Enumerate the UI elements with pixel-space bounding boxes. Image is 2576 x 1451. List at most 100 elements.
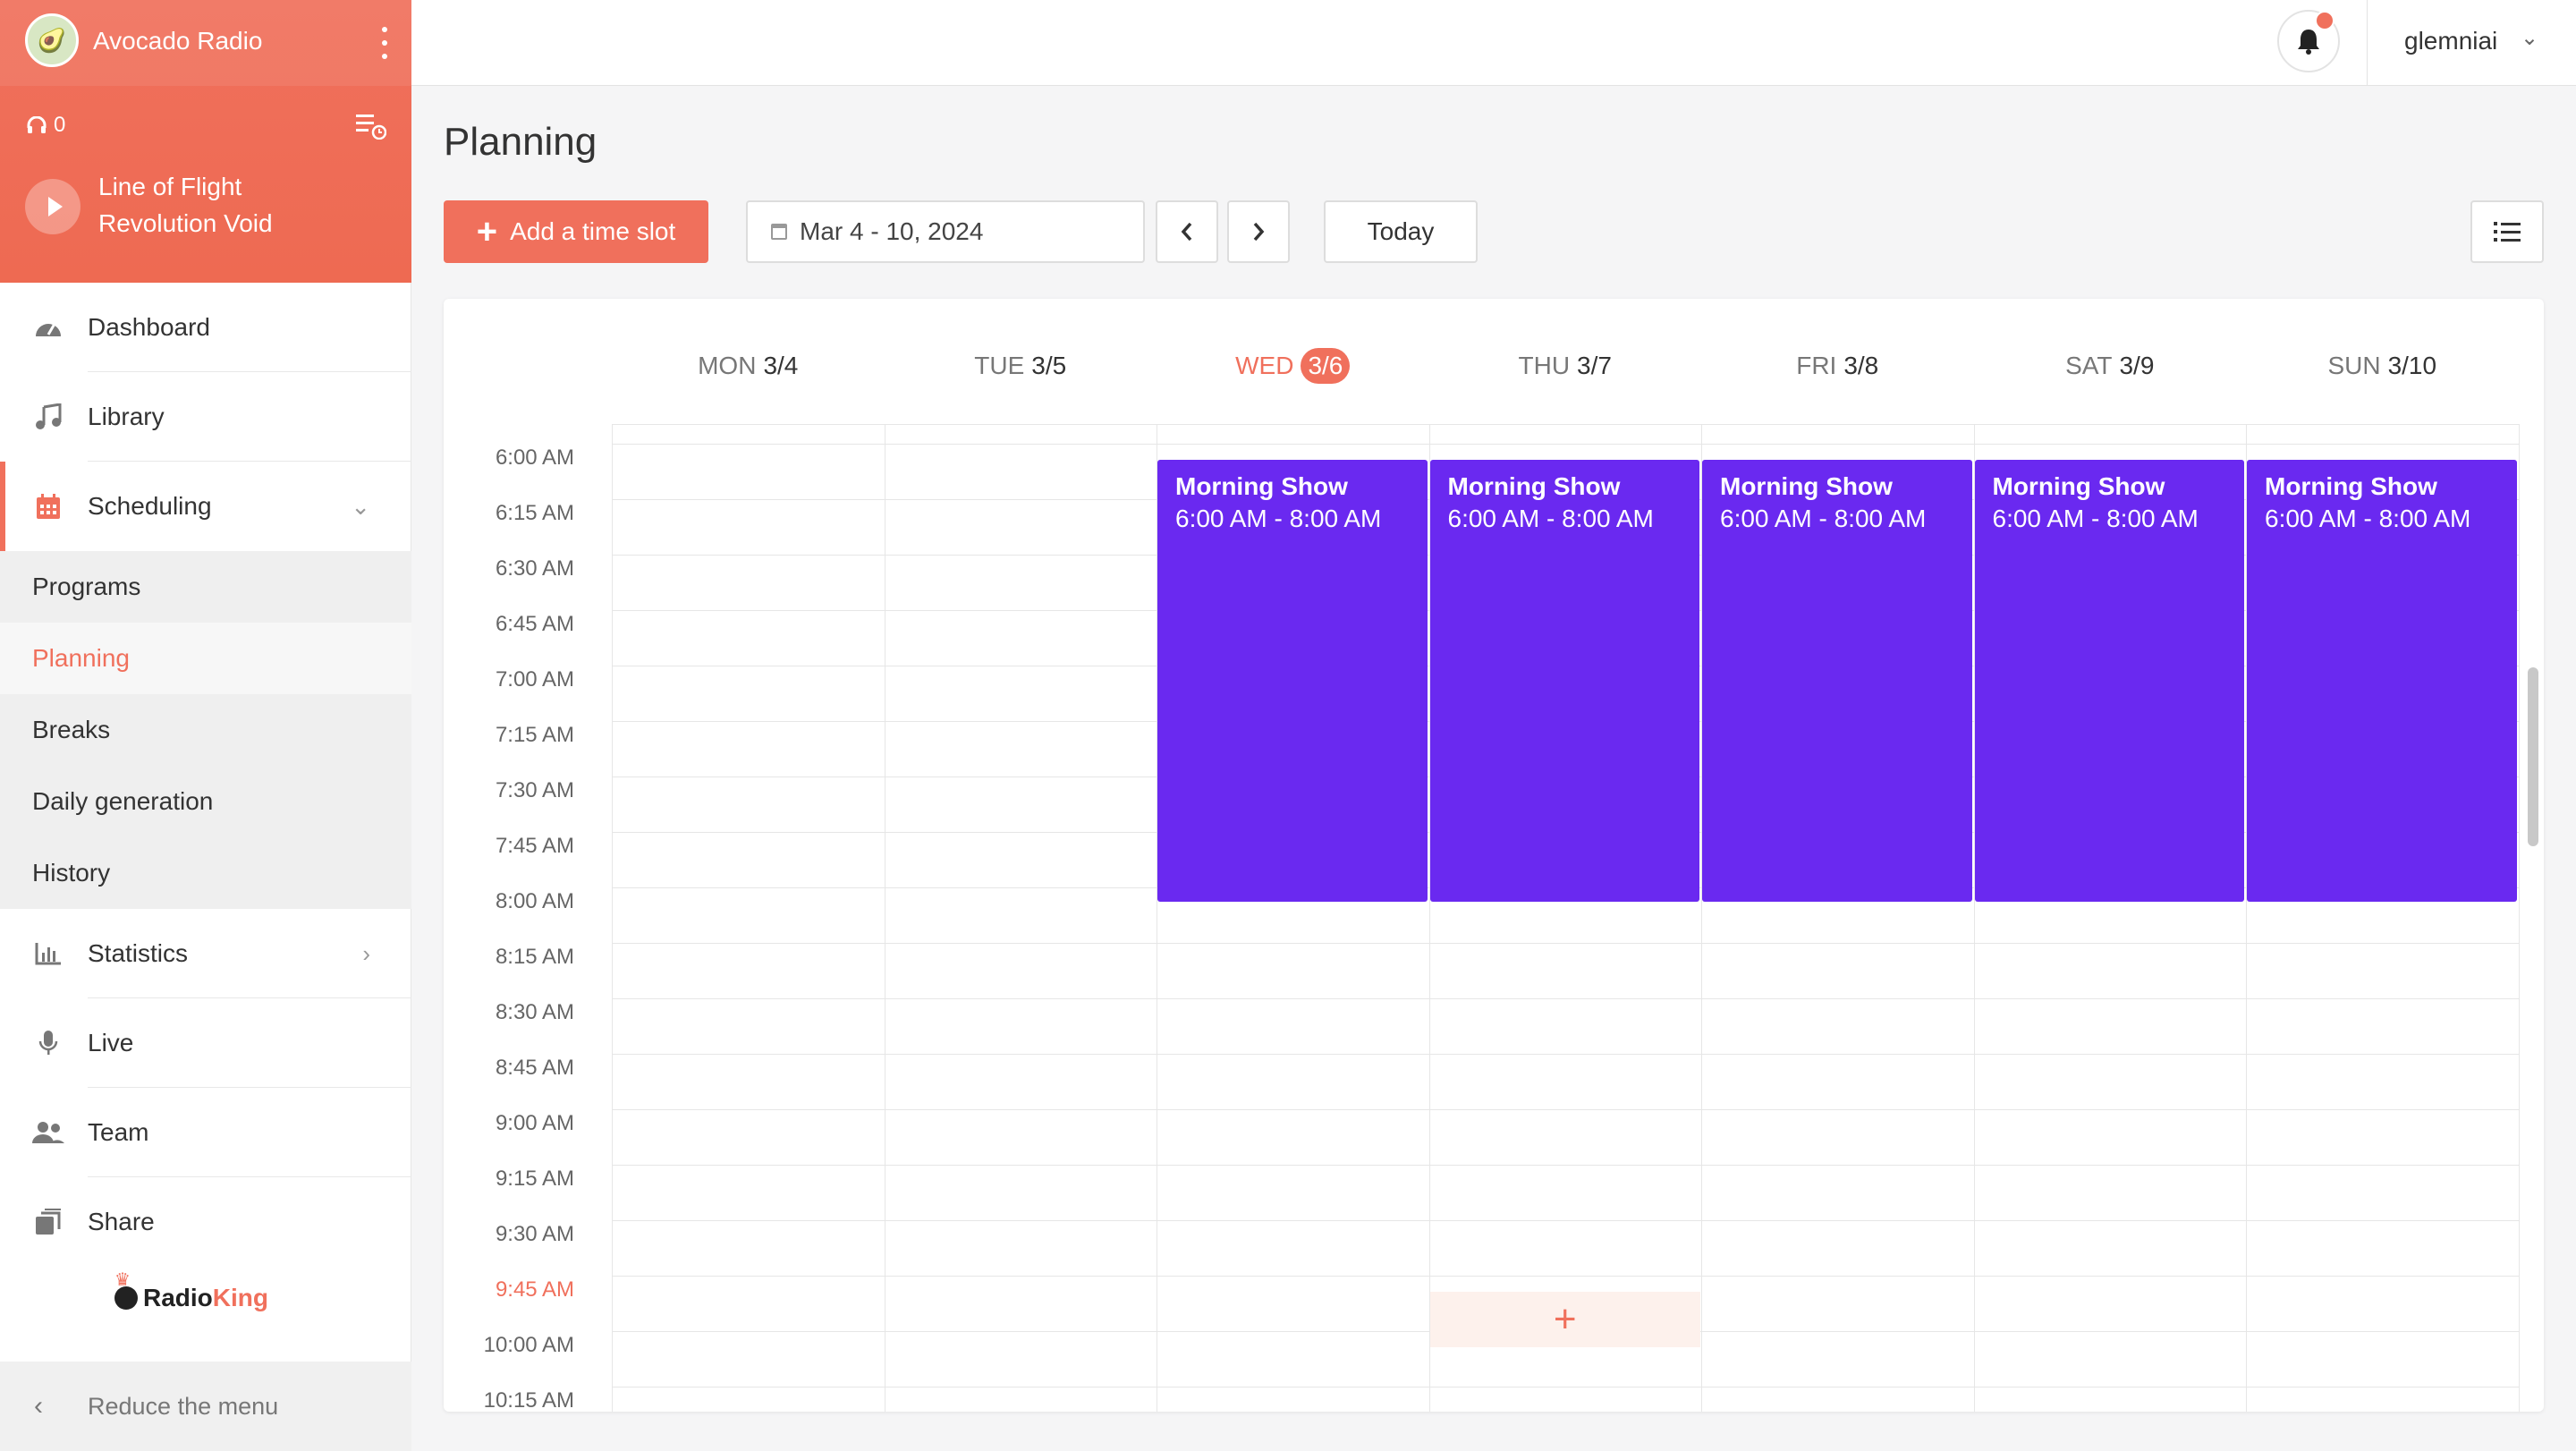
track-title: Line of Flight [98, 173, 242, 200]
sidebar-item-label: Dashboard [88, 313, 210, 341]
calendar-scrollbar[interactable] [2528, 667, 2538, 846]
day-header-wed[interactable]: WED 3/6 [1157, 344, 1429, 388]
day-header-sat[interactable]: SAT 3/9 [1974, 344, 2247, 388]
scheduling-submenu: Programs Planning Breaks Daily generatio… [0, 551, 411, 909]
day-header-mon[interactable]: MON 3/4 [612, 344, 885, 388]
submenu-item-planning[interactable]: Planning [0, 623, 411, 694]
sidebar-item-label: Statistics [88, 939, 189, 967]
event-block[interactable]: Morning Show 6:00 AM - 8:00 AM [1974, 460, 2244, 902]
event-time: 6:00 AM - 8:00 AM [1992, 505, 2199, 532]
chevron-right-icon: › [362, 939, 370, 967]
day-header-tue[interactable]: TUE 3/5 [885, 344, 1157, 388]
sidebar-item-statistics[interactable]: Statistics › [0, 909, 411, 998]
day-of-week: TUE [974, 352, 1025, 379]
station-name: Avocado Radio [93, 27, 263, 55]
reduce-menu-button[interactable]: ‹ Reduce the menu [0, 1362, 411, 1451]
headphones-icon [27, 116, 47, 133]
time-label: 7:00 AM [495, 667, 574, 692]
previous-week-button[interactable] [1156, 200, 1218, 263]
brand-king: King [212, 1284, 268, 1311]
queue-history-icon[interactable] [356, 113, 386, 140]
reduce-menu-label: Reduce the menu [88, 1392, 279, 1420]
day-of-week: FRI [1796, 352, 1837, 379]
sidebar-item-team[interactable]: Team [0, 1088, 411, 1177]
event-block[interactable]: Morning Show 6:00 AM - 8:00 AM [1157, 460, 1428, 902]
submenu-item-daily-generation[interactable]: Daily generation [0, 766, 411, 837]
sidebar-item-label: Library [88, 403, 165, 430]
event-time: 6:00 AM - 8:00 AM [1175, 505, 1382, 532]
time-label: 9:15 AM [495, 1167, 574, 1191]
day-of-week: SUN [2327, 352, 2381, 379]
play-button[interactable] [25, 179, 80, 234]
top-bar [411, 0, 2576, 86]
event-block[interactable]: Morning Show 6:00 AM - 8:00 AM [1702, 460, 1972, 902]
plus-icon: + [476, 212, 498, 251]
add-time-slot-label: Add a time slot [510, 217, 676, 245]
event-time: 6:00 AM - 8:00 AM [1720, 505, 1927, 532]
sidebar-item-label: Scheduling [88, 492, 212, 520]
sidebar: 🥑 Avocado Radio 0 Line of Flight Revolut… [0, 0, 411, 1451]
event-title: Morning Show [1992, 472, 2165, 500]
day-date: 3/9 [2119, 352, 2155, 379]
list-view-button[interactable] [2470, 200, 2544, 263]
brand-radio: Radio [143, 1284, 213, 1311]
event-title: Morning Show [1720, 472, 1893, 500]
day-header-fri[interactable]: FRI 3/8 [1701, 344, 1974, 388]
chevron-left-icon [1181, 222, 1192, 242]
chevron-down-icon[interactable]: ⌄ [2521, 25, 2538, 51]
radioking-logo: ♛ Radio King [114, 1270, 268, 1311]
time-label: 6:45 AM [495, 612, 574, 636]
day-date: 3/4 [763, 352, 799, 379]
day-date: 3/7 [1577, 352, 1612, 379]
day-of-week: THU [1518, 352, 1571, 379]
week-calendar: MON 3/4 TUE 3/5 WED 3/6 THU 3/7 FRI 3/8 SAT 3/9 SUN 3… [444, 299, 2544, 1412]
submenu-item-history[interactable]: History [0, 837, 411, 909]
sidebar-item-scheduling[interactable]: Scheduling ⌄ [0, 462, 411, 551]
sidebar-item-share[interactable]: Share [0, 1177, 411, 1267]
day-date: 3/6 [1301, 348, 1351, 384]
user-menu-name[interactable]: glemniai [2404, 27, 2497, 55]
microphone-icon [32, 1027, 64, 1059]
sidebar-item-live[interactable]: Live [0, 998, 411, 1088]
add-time-slot-button[interactable]: + Add a time slot [444, 200, 708, 263]
track-artist: Revolution Void [98, 209, 273, 237]
calendar-icon [771, 224, 787, 240]
event-title: Morning Show [2265, 472, 2437, 500]
time-label: 9:00 AM [495, 1111, 574, 1135]
event-time: 6:00 AM - 8:00 AM [1447, 505, 1654, 532]
page-title: Planning [444, 120, 597, 164]
listeners-count: 0 [27, 113, 65, 138]
event-title: Morning Show [1175, 472, 1348, 500]
time-label: 9:45 AM [495, 1277, 574, 1302]
time-label: 7:30 AM [495, 778, 574, 802]
list-icon [2494, 222, 2521, 242]
bar-chart-icon [32, 938, 64, 970]
date-range-picker[interactable]: Mar 4 - 10, 2024 [746, 200, 1145, 263]
day-date: 3/5 [1031, 352, 1067, 379]
notification-badge [2315, 11, 2334, 30]
time-label: 6:00 AM [495, 445, 574, 470]
submenu-item-breaks[interactable]: Breaks [0, 694, 411, 766]
event-block[interactable]: Morning Show 6:00 AM - 8:00 AM [2247, 460, 2517, 902]
today-button[interactable]: Today [1324, 200, 1478, 263]
day-header-sun[interactable]: SUN 3/10 [2246, 344, 2519, 388]
day-header-thu[interactable]: THU 3/7 [1429, 344, 1702, 388]
sidebar-item-library[interactable]: Library [0, 372, 411, 462]
day-of-week: WED [1235, 352, 1294, 379]
event-block[interactable]: Morning Show 6:00 AM - 8:00 AM [1429, 460, 1699, 902]
calendar-icon [32, 490, 64, 522]
station-header[interactable]: 🥑 Avocado Radio [0, 0, 411, 86]
time-label: 8:30 AM [495, 1000, 574, 1024]
sidebar-item-dashboard[interactable]: Dashboard [0, 283, 411, 372]
music-note-icon [32, 401, 64, 433]
submenu-item-programs[interactable]: Programs [0, 551, 411, 623]
add-slot-cell[interactable]: + [1429, 1292, 1700, 1347]
time-label: 8:00 AM [495, 889, 574, 913]
time-label: 7:45 AM [495, 834, 574, 858]
sidebar-item-label: Share [88, 1208, 155, 1235]
more-options-icon[interactable] [380, 27, 389, 59]
station-logo: 🥑 [25, 13, 79, 67]
next-week-button[interactable] [1227, 200, 1290, 263]
bell-icon [2298, 30, 2319, 55]
time-label: 8:45 AM [495, 1056, 574, 1080]
